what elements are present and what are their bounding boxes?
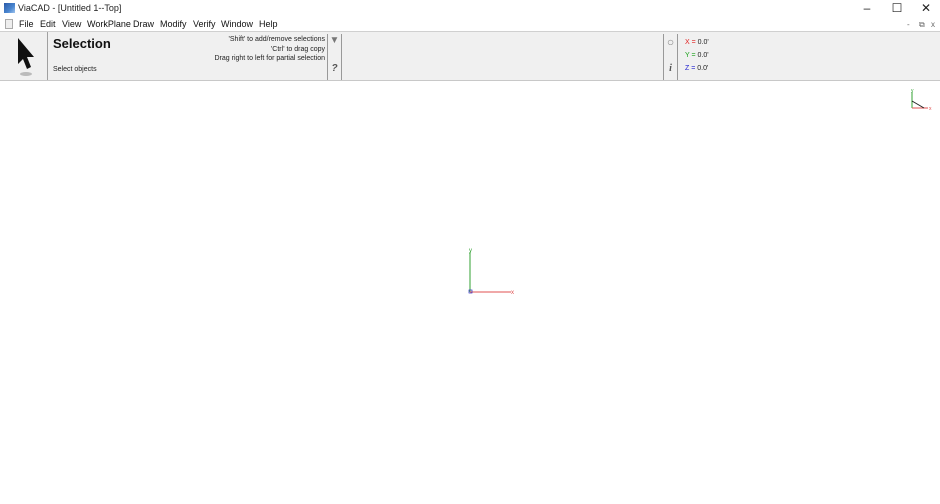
title-bar: ViaCAD - [Untitled 1--Top] – ☐ ✕ xyxy=(0,0,940,17)
close-button[interactable]: ✕ xyxy=(911,0,940,17)
coord-y: Y = 0.0' xyxy=(685,52,709,59)
triad-y-label: y xyxy=(911,89,914,94)
mdi-close-button[interactable]: x xyxy=(931,20,935,29)
triad-diagonal xyxy=(911,100,925,109)
hint-drag: Drag right to left for partial selection xyxy=(214,55,326,62)
menu-window[interactable]: Window xyxy=(221,19,253,29)
tool-prompt: Select objects xyxy=(53,66,97,73)
menu-modify[interactable]: Modify xyxy=(160,19,187,29)
minimize-button[interactable]: – xyxy=(852,0,882,17)
menu-file[interactable]: File xyxy=(19,19,34,29)
coord-z-value: 0.0' xyxy=(697,65,709,72)
origin-axes: y x xyxy=(468,248,514,296)
selection-tool-icon xyxy=(6,34,44,79)
menu-bar: File Edit View WorkPlane Draw Modify Ver… xyxy=(0,17,940,31)
hint-shift: 'Shift' to add/remove selections xyxy=(228,36,325,43)
menu-verify[interactable]: Verify xyxy=(193,19,216,29)
document-icon[interactable] xyxy=(5,19,13,29)
hint-ctrl: 'Ctrl' to drag copy xyxy=(270,46,325,53)
tool-options-column: ▼ ? xyxy=(327,34,342,80)
coord-x-value: 0.0' xyxy=(697,39,709,46)
maximize-button[interactable]: ☐ xyxy=(882,0,912,17)
coord-z: Z = 0.0' xyxy=(685,65,709,72)
tool-name: Selection xyxy=(53,36,111,51)
snap-column: ○ i xyxy=(663,34,678,80)
tool-status-bar: Selection Select objects 'Shift' to add/… xyxy=(0,31,940,81)
help-icon[interactable]: ? xyxy=(328,63,341,78)
snap-circle-icon[interactable]: ○ xyxy=(664,35,677,50)
mdi-minimize-button[interactable]: - xyxy=(907,20,910,29)
mdi-restore-button[interactable]: ⧉ xyxy=(919,20,925,30)
coord-x: X = 0.0' xyxy=(685,39,709,46)
drawing-viewport[interactable]: y x y x xyxy=(0,81,940,504)
y-axis-label: y xyxy=(469,248,472,254)
triad-x-label: x xyxy=(929,106,932,112)
menu-help[interactable]: Help xyxy=(259,19,278,29)
menu-draw[interactable]: Draw xyxy=(133,19,154,29)
dropdown-arrow-icon[interactable]: ▼ xyxy=(328,35,341,50)
menu-edit[interactable]: Edit xyxy=(40,19,56,29)
view-orientation-triad: y x xyxy=(911,89,932,112)
info-icon[interactable]: i xyxy=(664,63,677,78)
x-axis-label: x xyxy=(511,290,514,296)
menu-workplane[interactable]: WorkPlane xyxy=(87,19,131,29)
divider xyxy=(47,32,48,80)
window-title: ViaCAD - [Untitled 1--Top] xyxy=(18,3,122,13)
viacad-app-icon xyxy=(4,3,15,13)
menu-view[interactable]: View xyxy=(62,19,81,29)
coord-y-value: 0.0' xyxy=(697,52,709,59)
